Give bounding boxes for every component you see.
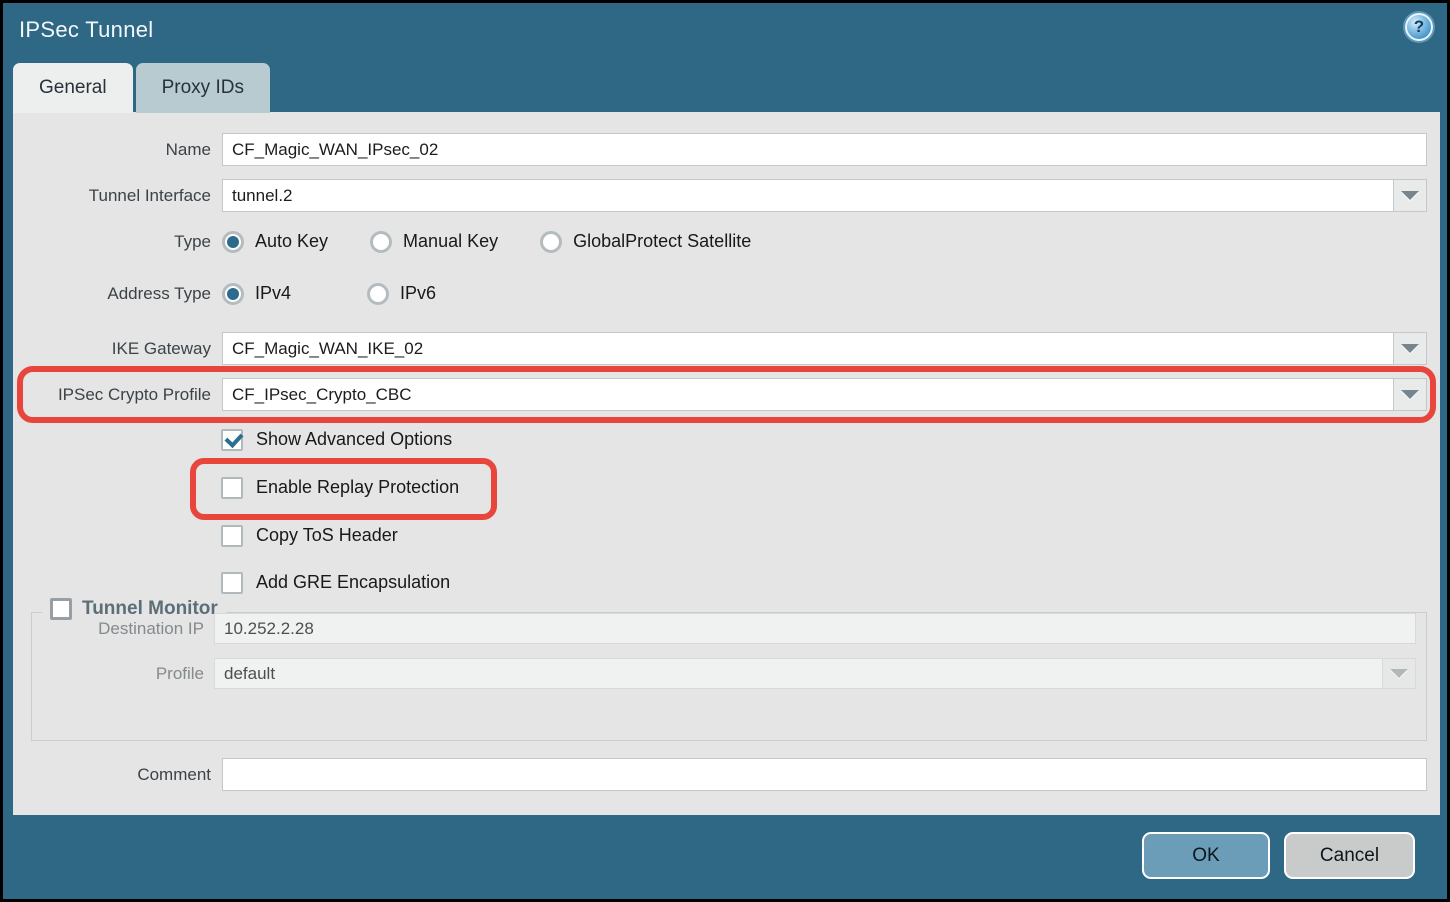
name-input[interactable] — [222, 133, 1427, 166]
add-gre-encapsulation-label: Add GRE Encapsulation — [256, 572, 450, 593]
checkbox-unchecked-icon[interactable] — [221, 572, 243, 594]
address-type-label: Address Type — [13, 284, 211, 304]
name-label: Name — [13, 140, 211, 160]
name-row: Name — [13, 133, 1427, 166]
tunnel-monitor-label: Tunnel Monitor — [82, 598, 218, 620]
add-gre-encapsulation-row[interactable]: Add GRE Encapsulation — [221, 569, 1440, 596]
radio-manual-key[interactable]: Manual Key — [370, 231, 498, 253]
comment-label: Comment — [13, 765, 211, 785]
radio-button-icon — [367, 283, 389, 305]
chevron-down-icon — [1401, 344, 1419, 353]
monitor-profile-label: Profile — [32, 664, 204, 684]
show-advanced-options-row[interactable]: Show Advanced Options — [221, 426, 1440, 453]
monitor-profile-row: Profile — [32, 658, 1416, 689]
tunnel-interface-input[interactable] — [222, 179, 1427, 212]
dialog-title: IPSec Tunnel — [19, 17, 153, 43]
tunnel-interface-label: Tunnel Interface — [13, 186, 211, 206]
show-advanced-options-label: Show Advanced Options — [256, 429, 452, 450]
destination-ip-label: Destination IP — [32, 619, 204, 639]
checkbox-unchecked-icon[interactable] — [50, 598, 72, 620]
radio-globalprotect-satellite[interactable]: GlobalProtect Satellite — [540, 231, 751, 253]
ipsec-crypto-profile-dropdown-button[interactable] — [1393, 378, 1427, 411]
chevron-down-icon — [1401, 390, 1419, 399]
radio-globalprotect-satellite-label: GlobalProtect Satellite — [573, 231, 751, 252]
radio-button-icon — [370, 231, 392, 253]
address-type-row: Address Type IPv4 IPv6 — [13, 280, 1427, 307]
chevron-down-icon — [1390, 669, 1408, 678]
tunnel-monitor-legend[interactable]: Tunnel Monitor — [42, 598, 226, 620]
ike-gateway-label: IKE Gateway — [13, 339, 211, 359]
tunnel-interface-dropdown-button[interactable] — [1393, 179, 1427, 212]
ipsec-crypto-profile-input[interactable] — [222, 378, 1427, 411]
tab-general-label: General — [39, 77, 107, 99]
tab-proxy-ids[interactable]: Proxy IDs — [136, 63, 270, 113]
destination-ip-row: Destination IP — [32, 613, 1416, 644]
dialog-titlebar: IPSec Tunnel ? — [3, 3, 1447, 63]
cancel-button-label: Cancel — [1320, 845, 1379, 867]
ike-gateway-dropdown-button[interactable] — [1393, 332, 1427, 365]
cancel-button[interactable]: Cancel — [1284, 832, 1415, 879]
enable-replay-protection-label: Enable Replay Protection — [256, 477, 459, 498]
general-tab-panel: Name Tunnel Interface Type — [13, 112, 1440, 815]
enable-replay-protection-row[interactable]: Enable Replay Protection — [221, 474, 1440, 501]
radio-manual-key-label: Manual Key — [403, 231, 498, 252]
radio-ipv6-label: IPv6 — [400, 283, 436, 304]
destination-ip-input — [214, 613, 1416, 644]
help-icon[interactable]: ? — [1405, 13, 1433, 41]
ok-button-label: OK — [1192, 845, 1219, 867]
radio-ipv6[interactable]: IPv6 — [367, 283, 436, 305]
copy-tos-header-label: Copy ToS Header — [256, 525, 398, 546]
comment-input[interactable] — [222, 758, 1427, 791]
tunnel-interface-row: Tunnel Interface — [13, 179, 1427, 212]
tab-proxy-ids-label: Proxy IDs — [162, 77, 244, 99]
checkbox-unchecked-icon[interactable] — [221, 477, 243, 499]
checkbox-unchecked-icon[interactable] — [221, 525, 243, 547]
ipsec-crypto-profile-row: IPSec Crypto Profile — [13, 378, 1427, 411]
tab-general[interactable]: General — [13, 63, 133, 113]
ike-gateway-input[interactable] — [222, 332, 1427, 365]
monitor-profile-input — [214, 658, 1416, 689]
radio-button-icon — [222, 283, 244, 305]
comment-row: Comment — [13, 758, 1427, 791]
radio-auto-key-label: Auto Key — [255, 231, 328, 252]
ike-gateway-row: IKE Gateway — [13, 332, 1427, 365]
radio-button-icon — [540, 231, 562, 253]
monitor-profile-dropdown-button — [1382, 658, 1416, 689]
checkbox-checked-icon[interactable] — [221, 429, 243, 451]
ipsec-tunnel-dialog: IPSec Tunnel ? General Proxy IDs Name Tu… — [0, 0, 1450, 902]
radio-ipv4-label: IPv4 — [255, 283, 291, 304]
radio-ipv4[interactable]: IPv4 — [222, 283, 291, 305]
type-label: Type — [13, 232, 211, 252]
type-row: Type Auto Key Manual Key GlobalProtect S… — [13, 228, 1427, 255]
tab-bar: General Proxy IDs — [13, 63, 270, 113]
copy-tos-header-row[interactable]: Copy ToS Header — [221, 522, 1440, 549]
chevron-down-icon — [1401, 191, 1419, 200]
tunnel-monitor-fieldset: Tunnel Monitor Destination IP Profile — [31, 612, 1427, 741]
ipsec-crypto-profile-label: IPSec Crypto Profile — [13, 385, 211, 405]
radio-button-icon — [222, 231, 244, 253]
ok-button[interactable]: OK — [1142, 832, 1270, 879]
radio-auto-key[interactable]: Auto Key — [222, 231, 328, 253]
